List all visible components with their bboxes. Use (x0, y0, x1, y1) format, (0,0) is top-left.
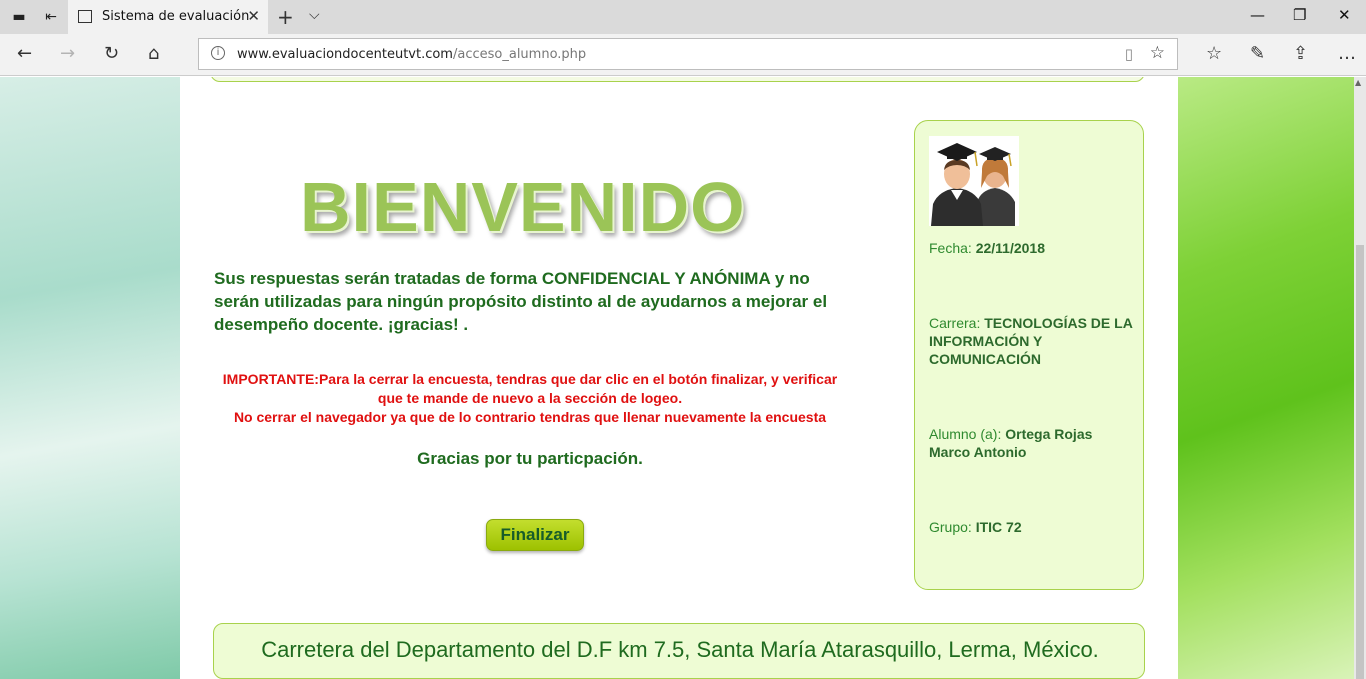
chevron-down-icon[interactable]: ⌵ (309, 7, 320, 23)
page-viewport: BIENVENIDO Sus respuestas serán tratadas… (0, 77, 1366, 679)
pen-icon[interactable]: ✎ (1250, 44, 1265, 64)
grupo-label: Grupo: (929, 519, 972, 535)
student-info-panel: Fecha: 22/11/2018 Carrera: TECNOLOGÍAS D… (914, 120, 1144, 590)
thanks-text: Gracias por tu particpación. (417, 449, 643, 468)
page-icon (78, 10, 92, 23)
important-line-1: IMPORTANTE:Para la cerrar la encuesta, t… (222, 371, 838, 406)
reading-view-icon[interactable]: ▯ (1125, 45, 1133, 63)
fecha-value: 22/11/2018 (975, 240, 1045, 256)
url-path: /acceso_alumno.php (452, 47, 587, 62)
footer-address: Carretera del Departamento del D.F km 7.… (261, 637, 1099, 662)
right-background (1178, 77, 1354, 679)
more-icon[interactable]: … (1338, 44, 1356, 64)
footer-address-box: Carretera del Departamento del D.F km 7.… (213, 623, 1145, 679)
finish-button[interactable]: Finalizar (486, 519, 584, 551)
scroll-up-icon[interactable]: ▲ (1355, 78, 1361, 87)
alumno-label: Alumno (a): (929, 426, 1002, 442)
home-icon[interactable]: ⌂ (148, 44, 159, 64)
minimize-icon[interactable]: — (1250, 6, 1265, 24)
grupo-row: Grupo: ITIC 72 (929, 518, 1134, 536)
set-aside-tabs-icon[interactable]: ⇤ (42, 8, 60, 26)
important-line-2: No cerrar el navegador ya que de lo cont… (233, 409, 827, 425)
share-icon[interactable]: ⇪ (1293, 44, 1308, 64)
scrollbar-thumb[interactable] (1356, 245, 1364, 679)
alumno-row: Alumno (a): Ortega Rojas Marco Antonio (929, 425, 1134, 461)
refresh-icon[interactable]: ↻ (104, 44, 119, 64)
window-close-icon[interactable]: ✕ (1338, 6, 1351, 24)
tab-preview-icon[interactable]: ▬ (10, 8, 28, 26)
url-host: www.evaluaciondocenteutvt.com (237, 47, 453, 62)
browser-nav-bar: ← → ↻ ⌂ i www.evaluaciondocenteutvt.com/… (0, 34, 1366, 76)
url-text[interactable]: www.evaluaciondocenteutvt.com/acceso_alu… (237, 47, 586, 62)
tab-title: Sistema de evaluación (102, 9, 250, 24)
info-icon[interactable]: i (211, 46, 225, 60)
graduates-icon (929, 136, 1019, 226)
important-notice: IMPORTANTE:Para la cerrar la encuesta, t… (210, 370, 850, 427)
forward-arrow-icon[interactable]: → (60, 44, 75, 64)
main-content: BIENVENIDO Sus respuestas serán tratadas… (180, 77, 1178, 679)
grupo-value: ITIC 72 (975, 519, 1022, 535)
intro-text: Sus respuestas serán tratadas de forma C… (214, 269, 828, 334)
carrera-label: Carrera: (929, 315, 981, 331)
star-icon[interactable]: ☆ (1150, 43, 1165, 63)
browser-tab[interactable]: Sistema de evaluación ✕ (68, 0, 268, 34)
left-background (0, 77, 180, 679)
address-bar[interactable]: i www.evaluaciondocenteutvt.com/acceso_a… (198, 38, 1178, 70)
favorites-hub-icon[interactable]: ☆ (1206, 44, 1222, 64)
page-scrollbar[interactable]: ▲ (1354, 77, 1366, 679)
new-tab-icon[interactable]: + (277, 5, 294, 29)
maximize-icon[interactable]: ❐ (1293, 6, 1306, 24)
fecha-row: Fecha: 22/11/2018 (929, 239, 1134, 257)
browser-tab-bar: ▬ ⇤ Sistema de evaluación ✕ + ⌵ — ❐ ✕ (0, 0, 1366, 34)
back-arrow-icon[interactable]: ← (17, 44, 32, 64)
header-strip (210, 77, 1145, 82)
fecha-label: Fecha: (929, 240, 972, 256)
close-tab-icon[interactable]: ✕ (247, 7, 260, 25)
carrera-row: Carrera: TECNOLOGÍAS DE LA INFORMACIÓN Y… (929, 314, 1134, 368)
welcome-heading: BIENVENIDO (300, 168, 746, 246)
